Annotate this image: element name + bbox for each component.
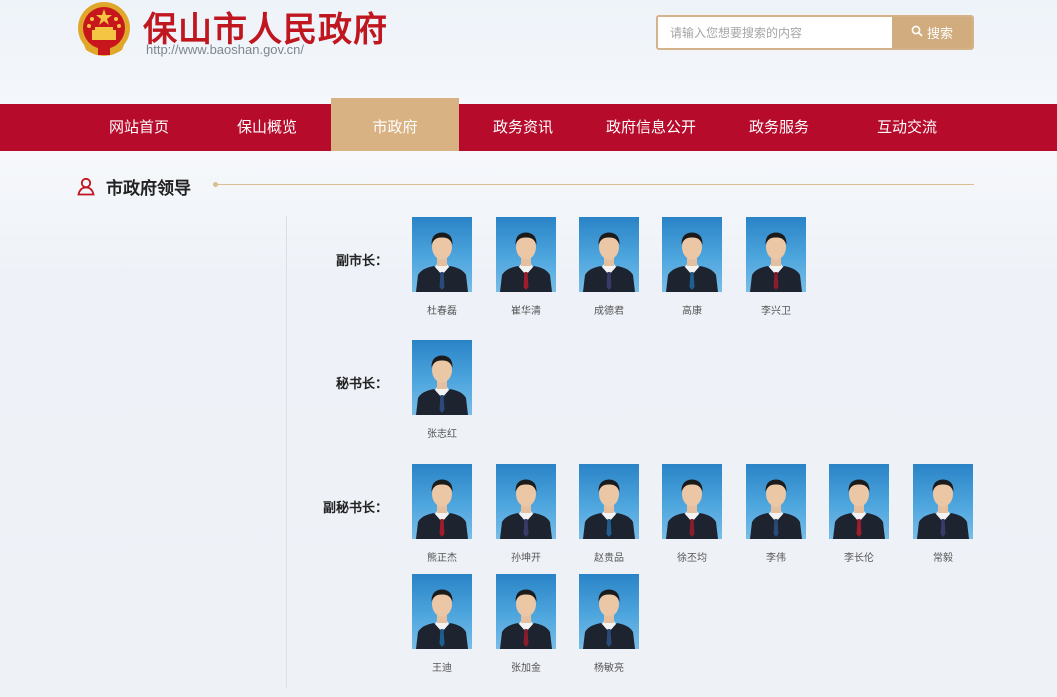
- search-button-label: 搜索: [926, 27, 953, 42]
- leader-name[interactable]: 熊正杰: [402, 549, 482, 564]
- leader-photo[interactable]: [579, 217, 639, 292]
- vertical-divider: [286, 216, 287, 688]
- leader-name[interactable]: 张志红: [402, 425, 482, 440]
- nav-item-info-disclosure[interactable]: 政府信息公开: [587, 104, 715, 151]
- national-emblem-icon: [76, 0, 132, 58]
- leader-photo[interactable]: [412, 464, 472, 539]
- nav-item-city-government[interactable]: 市政府: [331, 98, 459, 151]
- leader-card[interactable]: 李长伦: [829, 464, 889, 564]
- leader-name[interactable]: 高康: [652, 302, 732, 317]
- leader-card[interactable]: 杨敏亮: [579, 574, 639, 674]
- leader-card[interactable]: 徐丕均: [662, 464, 722, 564]
- search-box: 搜索: [656, 15, 974, 50]
- person-icon: [76, 176, 96, 196]
- leader-card[interactable]: 熊正杰: [412, 464, 472, 564]
- leader-photo[interactable]: [662, 464, 722, 539]
- leader-name[interactable]: 李伟: [736, 549, 816, 564]
- leader-name[interactable]: 孙坤开: [486, 549, 566, 564]
- nav-item-interaction[interactable]: 互动交流: [843, 104, 971, 151]
- leader-name[interactable]: 王迪: [402, 659, 482, 674]
- leader-name[interactable]: 成德君: [569, 302, 649, 317]
- leader-card[interactable]: 王迪: [412, 574, 472, 674]
- leader-name[interactable]: 常毅: [903, 549, 983, 564]
- leader-name[interactable]: 李长伦: [819, 549, 899, 564]
- site-header: 保山市人民政府 http://www.baoshan.gov.cn/ 搜索: [0, 0, 1057, 104]
- group-label-deputy-secretaries: 副秘书长：: [323, 501, 389, 516]
- leader-card[interactable]: 崔华清: [496, 217, 556, 317]
- leader-photo[interactable]: [412, 574, 472, 649]
- leader-card[interactable]: 杜春磊: [412, 217, 472, 317]
- leader-name[interactable]: 张加金: [486, 659, 566, 674]
- leader-name[interactable]: 赵贵品: [569, 549, 649, 564]
- nav-item-news[interactable]: 政务资讯: [459, 104, 587, 151]
- leader-photo[interactable]: [579, 464, 639, 539]
- leader-photo[interactable]: [496, 574, 556, 649]
- leader-photo[interactable]: [412, 217, 472, 292]
- leader-card[interactable]: 张加金: [496, 574, 556, 674]
- search-button[interactable]: 搜索: [892, 17, 972, 48]
- leader-card[interactable]: 赵贵品: [579, 464, 639, 564]
- leader-photo[interactable]: [412, 340, 472, 415]
- section-header: 市政府领导: [76, 172, 974, 200]
- leader-card[interactable]: 李兴卫: [746, 217, 806, 317]
- leader-card[interactable]: 李伟: [746, 464, 806, 564]
- leader-card[interactable]: 孙坤开: [496, 464, 556, 564]
- leader-name[interactable]: 李兴卫: [736, 302, 816, 317]
- leader-name[interactable]: 徐丕均: [652, 549, 732, 564]
- leader-photo[interactable]: [579, 574, 639, 649]
- leader-card[interactable]: 张志红: [412, 340, 472, 440]
- main-nav: 网站首页 保山概览 市政府 政务资讯 政府信息公开 政务服务 互动交流: [0, 98, 1057, 151]
- leader-name[interactable]: 崔华清: [486, 302, 566, 317]
- leader-photo[interactable]: [829, 464, 889, 539]
- leader-photo[interactable]: [662, 217, 722, 292]
- leader-card[interactable]: 高康: [662, 217, 722, 317]
- leader-card[interactable]: 常毅: [913, 464, 973, 564]
- section-divider: [213, 182, 974, 187]
- leader-photo[interactable]: [746, 217, 806, 292]
- group-label-vice-mayors: 副市长：: [336, 254, 389, 269]
- leader-photo[interactable]: [913, 464, 973, 539]
- leader-photo[interactable]: [496, 464, 556, 539]
- search-input[interactable]: [658, 17, 894, 48]
- leader-card[interactable]: 成德君: [579, 217, 639, 317]
- search-icon: [911, 25, 923, 41]
- site-url[interactable]: http://www.baoshan.gov.cn/: [146, 42, 304, 57]
- leader-name[interactable]: 杨敏亮: [569, 659, 649, 674]
- group-label-secretary-general: 秘书长：: [336, 377, 389, 392]
- nav-item-services[interactable]: 政务服务: [715, 104, 843, 151]
- leader-photo[interactable]: [496, 217, 556, 292]
- nav-item-overview[interactable]: 保山概览: [203, 104, 331, 151]
- leader-photo[interactable]: [746, 464, 806, 539]
- leader-name[interactable]: 杜春磊: [402, 302, 482, 317]
- nav-item-home[interactable]: 网站首页: [75, 104, 203, 151]
- section-title: 市政府领导: [106, 179, 191, 199]
